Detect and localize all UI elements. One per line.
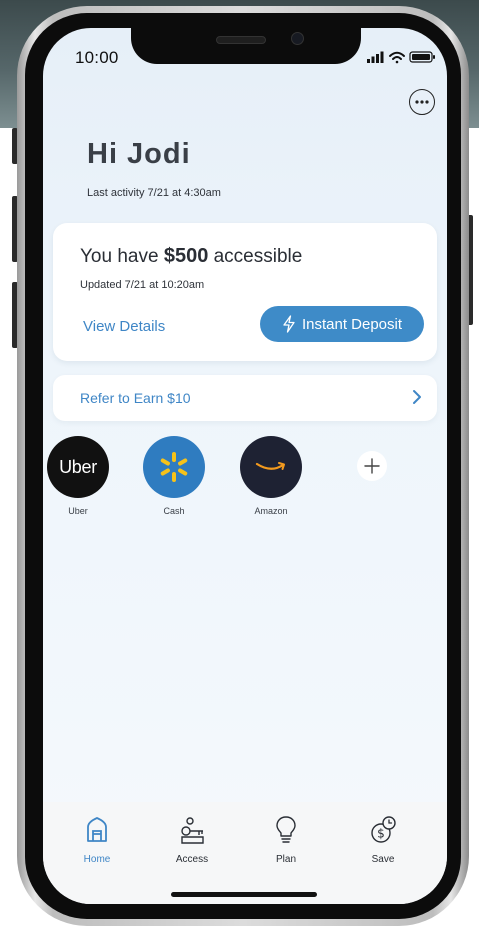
wifi-icon (389, 51, 405, 64)
view-details-link[interactable]: View Details (83, 318, 165, 335)
key-icon (181, 817, 204, 844)
balance-prefix: You have (80, 246, 159, 267)
tab-plan[interactable]: Plan (254, 814, 318, 865)
refer-to-earn-row[interactable]: Refer to Earn $10 (53, 375, 437, 421)
tab-label: Plan (275, 854, 296, 865)
plus-icon (364, 458, 380, 474)
uber-logo: Uber (47, 436, 109, 498)
merchant-uber[interactable]: Uber Uber (43, 436, 118, 516)
dollar-clock-icon: $ (371, 816, 396, 843)
walmart-spark-icon (143, 436, 205, 498)
instant-deposit-button[interactable]: Instant Deposit (260, 306, 424, 342)
ellipsis-icon (415, 100, 429, 104)
merchant-cash[interactable]: Cash (134, 436, 214, 516)
balance-suffix: accessible (213, 246, 303, 267)
instant-deposit-label: Instant Deposit (301, 315, 403, 333)
refer-label: Refer to Earn $10 (80, 390, 191, 406)
balance-updated-text: Updated 7/21 at 10:20am (80, 279, 205, 291)
amazon-smile-icon (240, 436, 302, 498)
tab-save[interactable]: $ Save (351, 814, 415, 865)
add-merchant-button[interactable] (357, 451, 387, 481)
merchant-name: Uber (68, 506, 88, 516)
lightbulb-icon (276, 816, 296, 843)
status-time: 10:00 (75, 48, 119, 67)
merchant-name: Amazon (254, 506, 288, 516)
tab-home[interactable]: Home (65, 814, 129, 865)
tab-label: Save (371, 854, 395, 865)
tab-label: Home (83, 854, 111, 865)
lightning-icon (283, 315, 295, 333)
more-options-button[interactable] (409, 89, 435, 115)
merchant-name: Cash (163, 506, 185, 516)
signal-icon (367, 51, 384, 63)
tab-access[interactable]: Access (160, 814, 224, 865)
balance-amount: $500 (163, 245, 209, 267)
battery-icon (409, 51, 435, 63)
last-activity-text: Last activity 7/21 at 4:30am (87, 187, 221, 199)
app-screen: 10:00 Hi Jodi Last activity 7/21 at 4:30… (43, 28, 447, 904)
tab-label: Access (175, 854, 209, 865)
balance-card: You have $500 accessible Updated 7/21 at… (53, 223, 437, 361)
greeting-title: Hi Jodi (87, 138, 191, 170)
speaker-grille (216, 36, 266, 44)
chevron-right-icon (413, 390, 421, 404)
svg-text:$: $ (377, 827, 385, 841)
front-camera (291, 32, 304, 45)
merchant-amazon[interactable]: Amazon (231, 436, 311, 516)
status-icons (367, 51, 435, 64)
home-icon (87, 817, 107, 842)
notch (131, 28, 361, 64)
balance-line: You have $500 accessible (80, 245, 302, 268)
home-indicator (171, 892, 317, 897)
uber-logo-text: Uber (59, 456, 97, 477)
